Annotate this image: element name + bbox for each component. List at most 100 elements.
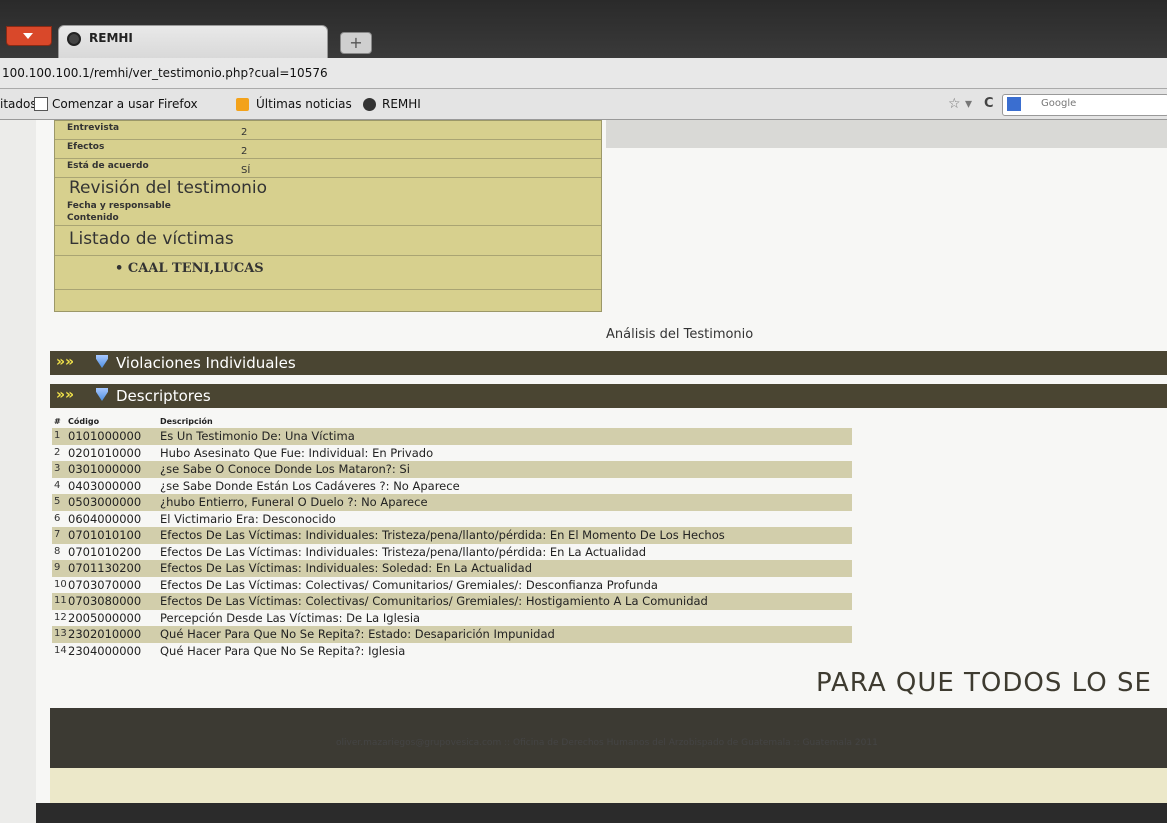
download-icon[interactable] <box>96 355 108 368</box>
table-row: 7 0701010100 Efectos De Las Víctimas: Indi… <box>52 527 852 544</box>
slogan: PARA QUE TODOS LO SE <box>816 668 1152 698</box>
row-number: 9 <box>54 562 61 573</box>
row-code: 0201010000 <box>68 445 142 460</box>
row-description: Qué Hacer Para Que No Se Repita?: Estado… <box>160 627 555 641</box>
table-row: 3 0301000000 ¿se Sabe O Conoce Donde Los M… <box>52 461 852 478</box>
divider <box>55 289 601 290</box>
row-description: Qué Hacer Para Que No Se Repita?: Iglesi… <box>160 643 406 658</box>
table-row: 8 0701010200 Efectos De Las Víctimas: Indi… <box>52 544 852 561</box>
row-number: 10 <box>54 578 67 590</box>
analisis-title: Análisis del Testimonio <box>606 327 754 342</box>
col-header-code: Código <box>68 417 100 426</box>
remhi-icon <box>363 98 376 111</box>
row-description: ¿se Sabe O Conoce Donde Los Mataron?: Si <box>160 462 410 476</box>
row-description: Efectos De Las Víctimas: Individuales: T… <box>160 544 647 559</box>
victims-heading: Listado de víctimas <box>69 229 234 249</box>
page-icon <box>34 97 48 111</box>
row-number: 13 <box>54 628 67 639</box>
row-code: 0701130200 <box>68 561 142 575</box>
bookmark-star-icon[interactable]: ☆ ▾ <box>948 96 972 112</box>
divider <box>55 139 601 140</box>
expand-arrows-icon[interactable]: »» <box>56 387 74 403</box>
row-number: 3 <box>54 463 61 474</box>
info-label-entrevista: Entrevista <box>67 123 120 133</box>
table-row: 5 0503000000 ¿hubo Entierro, Funeral O Due… <box>52 494 852 511</box>
row-description: El Victimario Era: Desconocido <box>160 511 336 526</box>
tab-strip: REMHI + <box>0 0 1167 60</box>
bookmark-item-noticias[interactable]: Últimas noticias <box>256 97 352 111</box>
row-code: 0403000000 <box>68 478 142 493</box>
table-row: 4 0403000000 ¿se Sabe Donde Están Los Cadá… <box>52 478 852 495</box>
revision-heading: Revisión del testimonio <box>69 178 268 198</box>
page-body: Entrevista 2 Efectos 2 Está de acuerdo S… <box>36 120 1167 823</box>
section-label[interactable]: Violaciones Individuales <box>116 354 296 372</box>
table-row: 14 2304000000 Qué Hacer Para Que No Se Rep… <box>52 643 852 660</box>
table-header: # Código Descripción <box>52 416 852 428</box>
page-viewport: Entrevista 2 Efectos 2 Está de acuerdo S… <box>0 120 1167 823</box>
revision-fecha-label: Fecha y responsable <box>67 201 171 211</box>
row-description: Efectos De Las Víctimas: Colectivas/ Com… <box>160 577 658 592</box>
header-band <box>606 120 1167 148</box>
info-label-efectos: Efectos <box>67 142 105 152</box>
row-code: 2302010000 <box>68 627 142 641</box>
col-header-desc: Descripción <box>160 417 213 426</box>
row-number: 12 <box>54 611 67 623</box>
section-label[interactable]: Descriptores <box>116 387 211 405</box>
table-row: 9 0701130200 Efectos De Las Víctimas: Indi… <box>52 560 852 577</box>
table-row: 13 2302010000 Qué Hacer Para Que No Se Rep… <box>52 626 852 643</box>
tab-title: REMHI <box>89 31 133 45</box>
reload-icon[interactable]: C <box>984 96 994 111</box>
row-description: Efectos De Las Víctimas: Colectivas/ Com… <box>160 594 708 608</box>
expand-arrows-icon[interactable]: »» <box>56 354 74 370</box>
table-row: 1 0101000000 Es Un Testimonio De: Una Víct… <box>52 428 852 445</box>
search-input[interactable]: Google <box>1002 94 1167 116</box>
new-tab-button[interactable]: + <box>340 32 372 54</box>
download-icon[interactable] <box>96 388 108 401</box>
divider <box>55 225 601 226</box>
divider <box>55 255 601 256</box>
url-text[interactable]: 100.100.100.1/remhi/ver_testimonio.php?c… <box>2 66 328 80</box>
victim-name[interactable]: CAAL TENI,LUCAS <box>128 261 264 276</box>
table-row: 11 0703080000 Efectos De Las Víctimas: Col… <box>52 593 852 610</box>
row-description: Hubo Asesinato Que Fue: Individual: En P… <box>160 445 434 460</box>
info-value-entrevista: 2 <box>241 127 248 138</box>
footer-text: oliver.mazariegos@grupovesica.com :: Ofi… <box>336 738 878 748</box>
row-code: 0604000000 <box>68 511 142 526</box>
row-number: 8 <box>54 545 61 557</box>
tab-remhi[interactable]: REMHI <box>58 25 328 60</box>
bookmarks-toolbar: itados Comenzar a usar Firefox Últimas n… <box>0 89 1167 120</box>
row-code: 0703070000 <box>68 577 142 592</box>
row-number: 11 <box>54 595 67 606</box>
address-bar[interactable]: 100.100.100.1/remhi/ver_testimonio.php?c… <box>0 58 1167 89</box>
row-number: 4 <box>54 479 61 491</box>
bookmark-item-comenzar[interactable]: Comenzar a usar Firefox <box>52 97 198 111</box>
victim-list-item[interactable]: • CAAL TENI,LUCAS <box>115 261 264 276</box>
section-violaciones-individuales[interactable]: »» Violaciones Individuales <box>50 351 1167 375</box>
row-description: Efectos De Las Víctimas: Individuales: S… <box>160 561 533 575</box>
table-row: 10 0703070000 Efectos De Las Víctimas: Col… <box>52 577 852 594</box>
row-number: 1 <box>54 430 61 441</box>
row-code: 2304000000 <box>68 643 142 658</box>
google-icon[interactable] <box>1007 97 1021 111</box>
row-code: 0101000000 <box>68 429 142 443</box>
table-body: 1 0101000000 Es Un Testimonio De: Una Víct… <box>52 428 852 659</box>
info-value-acuerdo: SÍ <box>241 165 251 176</box>
bookmark-item-visitados[interactable]: itados <box>0 97 37 111</box>
col-header-num: # <box>54 417 61 426</box>
info-value-efectos: 2 <box>241 146 248 157</box>
divider <box>55 158 601 159</box>
table-row: 2 0201010000 Hubo Asesinato Que Fue: Indiv… <box>52 445 852 462</box>
row-code: 0703080000 <box>68 594 142 608</box>
row-description: ¿hubo Entierro, Funeral O Duelo ?: No Ap… <box>160 495 428 509</box>
section-descriptores[interactable]: »» Descriptores <box>50 384 1167 408</box>
table-row: 12 2005000000 Percepción Desde Las Víctima… <box>52 610 852 627</box>
revision-contenido-label: Contenido <box>67 213 119 223</box>
row-code: 0701010100 <box>68 528 142 542</box>
bookmark-item-remhi[interactable]: REMHI <box>382 97 421 111</box>
row-description: Es Un Testimonio De: Una Víctima <box>160 429 355 443</box>
row-number: 14 <box>54 644 67 656</box>
firefox-menu-button[interactable] <box>6 26 52 46</box>
table-row: 6 0604000000 El Victimario Era: Desconocid… <box>52 511 852 528</box>
footer-strip <box>50 768 1167 803</box>
rss-icon <box>236 98 249 111</box>
